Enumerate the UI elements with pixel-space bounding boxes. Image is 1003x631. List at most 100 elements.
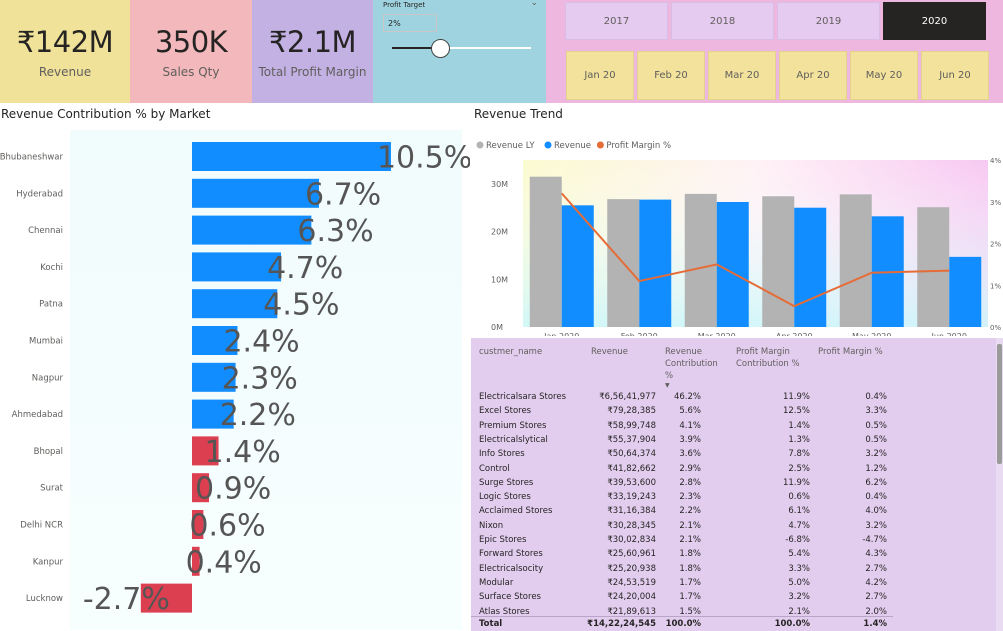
chevron-down-icon[interactable]: ⌄	[530, 0, 538, 8]
market-bar[interactable]	[192, 142, 391, 171]
market-value-label: 4.5%	[263, 288, 339, 323]
cell-revenue-contribution: 4.1%	[679, 420, 701, 431]
col-header-revenue[interactable]: Revenue	[591, 346, 628, 358]
table-row[interactable]: Forward Stores ₹25,60,961 1.8% 5.4% 4.3%	[471, 547, 893, 561]
month-button-1[interactable]: Jan 20	[566, 51, 634, 100]
x-tick-label: Jan 2020	[543, 332, 579, 336]
cell-profit-margin: 0.5%	[865, 420, 887, 431]
table-row[interactable]: Acclaimed Stores ₹31,16,384 2.2% 6.1% 4.0%	[471, 504, 893, 518]
market-value-label: 6.7%	[305, 177, 381, 212]
market-bar[interactable]	[192, 178, 319, 208]
month-button-4[interactable]: Apr 20	[779, 51, 847, 100]
month-button-6[interactable]: Jun 20	[921, 51, 989, 100]
cell-profit-margin: 4.0%	[865, 506, 887, 517]
col-header-revenue-contribution[interactable]: Revenue Contribution %	[665, 346, 725, 382]
cell-customer: Info Stores	[479, 449, 525, 460]
market-bar[interactable]	[192, 215, 312, 245]
cell-revenue-contribution: 1.7%	[679, 592, 701, 603]
cell-customer: Forward Stores	[479, 549, 543, 560]
revenue-ly-bar[interactable]	[839, 194, 872, 327]
cell-revenue: ₹41,82,662	[607, 463, 656, 474]
revenue-bar[interactable]	[949, 256, 982, 327]
table-row[interactable]: Epic Stores ₹30,02,834 2.1% -6.8% -4.7%	[471, 533, 893, 547]
table-row[interactable]: Electricalslytical ₹55,37,904 3.9% 1.3% 0.5%	[471, 433, 893, 447]
cell-margin-contribution: 5.4%	[788, 549, 810, 560]
trend-chart-title: Revenue Trend	[474, 107, 563, 121]
cell-revenue-contribution: 1.8%	[679, 563, 701, 574]
cell-revenue: ₹50,64,374	[607, 449, 656, 460]
revenue-bar[interactable]	[639, 199, 672, 327]
col-header-profit-margin-contribution[interactable]: Profit Margin Contribution %	[736, 346, 816, 370]
cell-revenue: ₹31,16,384	[607, 506, 656, 517]
revenue-bar[interactable]	[794, 207, 827, 327]
market-value-label: 2.3%	[222, 361, 298, 396]
cell-margin-contribution: 0.6%	[788, 492, 810, 503]
cell-customer: Electricalslytical	[479, 434, 548, 445]
cell-customer: Electricalsocity	[479, 563, 544, 574]
sort-desc-icon: ▼	[665, 382, 670, 389]
legend-label: Profit Margin %	[606, 141, 671, 151]
col-header-customer[interactable]: custmer_name	[479, 346, 542, 358]
month-button-5[interactable]: May 20	[850, 51, 918, 100]
cell-margin-contribution: 6.1%	[788, 506, 810, 517]
total-revenue-contribution: 100.0%	[665, 619, 701, 629]
table-row[interactable]: Logic Stores ₹33,19,243 2.3% 0.6% 0.4%	[471, 490, 893, 504]
revenue-ly-bar[interactable]	[762, 196, 795, 327]
cell-profit-margin: 4.2%	[865, 577, 887, 588]
cell-margin-contribution: 12.5%	[782, 406, 810, 417]
table-row[interactable]: Electricalsocity ₹25,20,938 1.8% 3.3% 2.7%	[471, 562, 893, 576]
table-row[interactable]: Nixon ₹30,28,345 2.1% 4.7% 3.2%	[471, 519, 893, 533]
revenue-ly-bar[interactable]	[529, 176, 562, 327]
month-button-3[interactable]: Mar 20	[708, 51, 776, 100]
cell-revenue-contribution: 1.7%	[679, 577, 701, 588]
cell-customer: Excel Stores	[479, 406, 532, 417]
revenue-ly-bar[interactable]	[684, 193, 717, 327]
cell-revenue-contribution: 2.1%	[679, 535, 701, 545]
y-tick-label: 0M	[491, 323, 503, 332]
market-label: Mumbai	[29, 337, 63, 347]
cell-revenue: ₹30,28,345	[607, 520, 656, 531]
table-row[interactable]: Surface Stores ₹24,20,004 1.7% 3.2% 2.7%	[471, 590, 893, 604]
table-row[interactable]: Electricalsara Stores ₹6,56,41,977 46.2% 11…	[471, 390, 893, 404]
cell-revenue: ₹21,89,613	[607, 606, 656, 617]
table-row[interactable]: Excel Stores ₹79,28,385 5.6% 12.5% 3.3%	[471, 404, 893, 418]
cell-revenue: ₹39,53,600	[607, 477, 656, 488]
cell-revenue: ₹33,19,243	[607, 492, 656, 503]
table-row[interactable]: Info Stores ₹50,64,374 3.6% 7.8% 3.2%	[471, 447, 893, 461]
table-total-row: Total ₹14,22,24,545 100.0% 100.0% 1.4%	[471, 616, 893, 631]
table-row[interactable]: Surge Stores ₹39,53,600 2.8% 11.9% 6.2%	[471, 476, 893, 490]
market-value-label: 0.6%	[189, 509, 265, 544]
y-tick-label: 10M	[491, 275, 508, 284]
cell-margin-contribution: 3.3%	[788, 563, 810, 574]
month-button-2[interactable]: Feb 20	[637, 51, 705, 100]
cell-margin-contribution: 2.5%	[788, 463, 810, 474]
cell-customer: Electricalsara Stores	[479, 392, 567, 402]
cell-revenue-contribution: 2.2%	[679, 506, 701, 517]
cell-customer: Nixon	[479, 520, 504, 531]
cell-profit-margin: 0.5%	[865, 434, 887, 445]
cell-customer: Modular	[479, 577, 514, 588]
year-button-2018[interactable]: 2018	[671, 2, 774, 40]
table-row[interactable]: Control ₹41,82,662 2.9% 2.5% 1.2%	[471, 462, 893, 476]
year-button-2017[interactable]: 2017	[565, 2, 668, 40]
revenue-bar[interactable]	[716, 201, 749, 327]
market-label: Kochi	[40, 263, 63, 273]
table-row[interactable]: Premium Stores ₹58,99,748 4.1% 1.4% 0.5%	[471, 419, 893, 433]
cell-revenue: ₹25,20,938	[607, 563, 656, 574]
market-label: Patna	[39, 300, 63, 310]
col-header-profit-margin[interactable]: Profit Margin %	[818, 346, 883, 358]
x-tick-label: Feb 2020	[621, 332, 658, 336]
table-scrollbar-thumb[interactable]	[997, 344, 1002, 464]
market-value-label: 2.2%	[220, 398, 296, 433]
table-row[interactable]: Modular ₹24,53,519 1.7% 5.0% 4.2%	[471, 576, 893, 590]
market-value-label: 2.4%	[223, 325, 299, 360]
cell-profit-margin: 3.2%	[865, 520, 887, 531]
revenue-ly-bar[interactable]	[917, 207, 950, 327]
cell-margin-contribution: 2.1%	[788, 606, 810, 617]
cell-margin-contribution: 4.7%	[788, 520, 810, 531]
year-button-2019[interactable]: 2019	[777, 2, 880, 40]
y2-tick-label: 2%	[990, 241, 1001, 249]
year-button-2020[interactable]: 2020	[883, 2, 986, 40]
cell-revenue-contribution: 5.6%	[679, 406, 701, 417]
market-label: Hyderabad	[16, 189, 63, 199]
